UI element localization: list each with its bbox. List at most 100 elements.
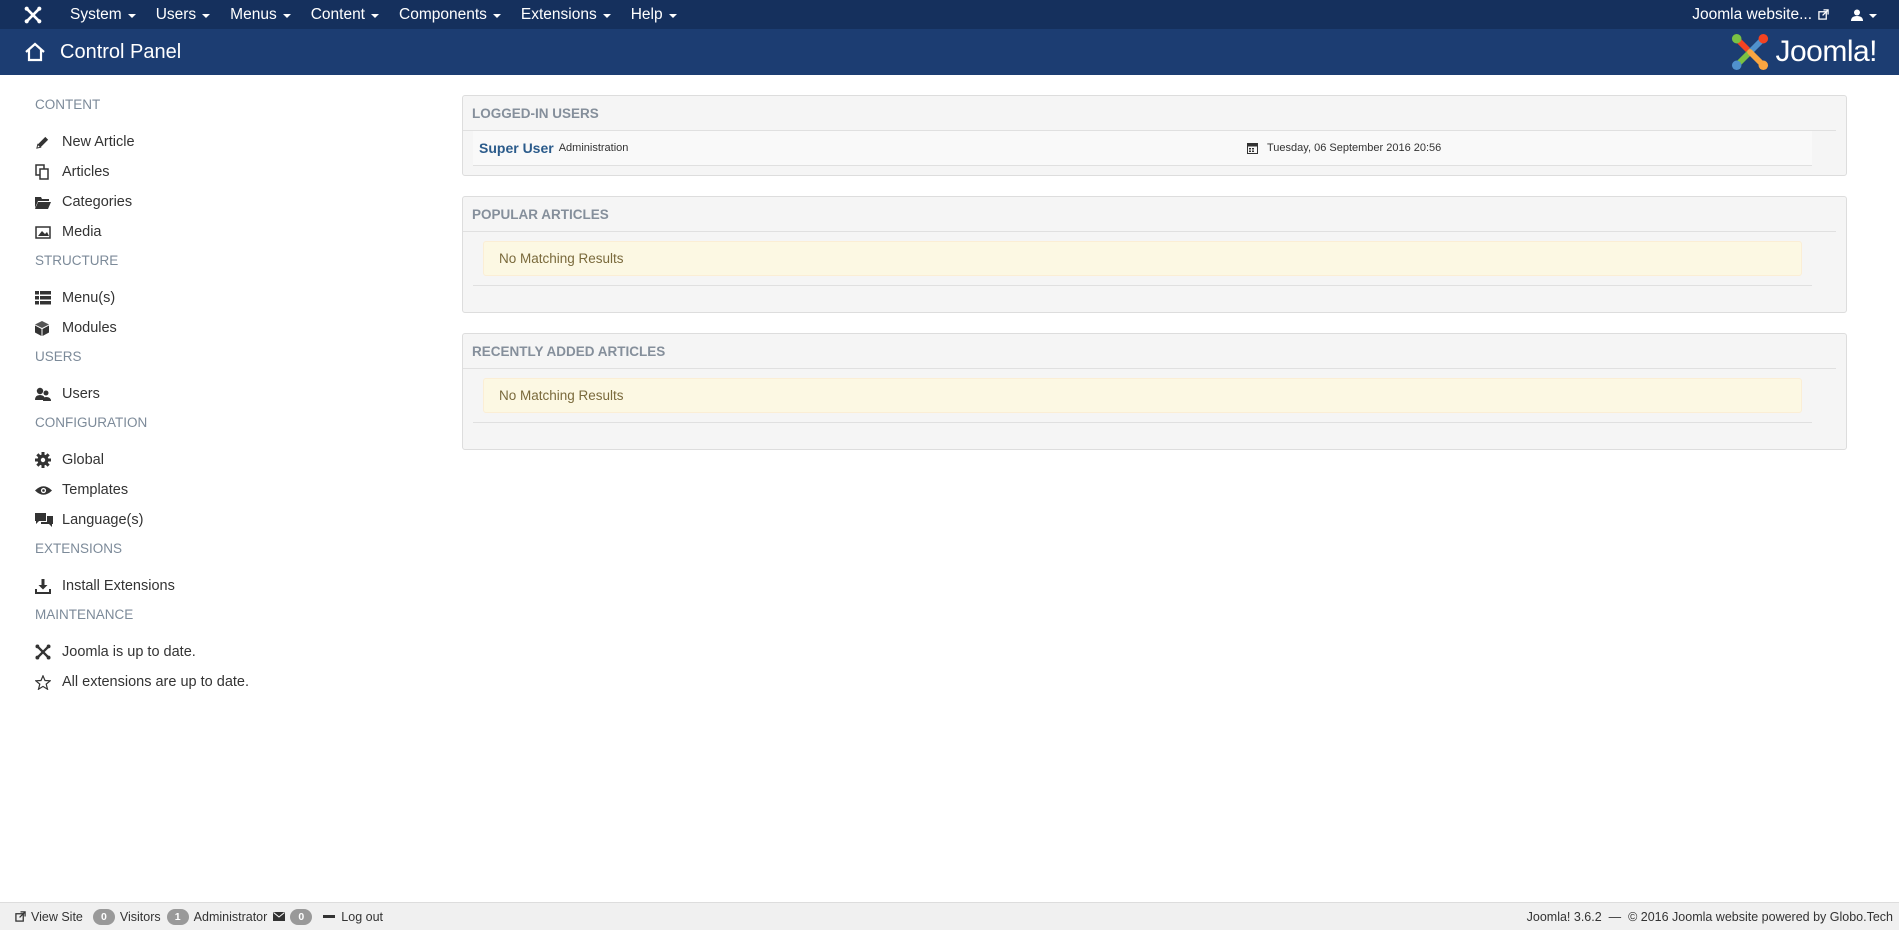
- page-header: Control Panel Joomla!: [0, 29, 1899, 75]
- visitors-badge: 0: [92, 908, 115, 925]
- login-date-text: Tuesday, 06 September 2016 20:56: [1267, 142, 1442, 154]
- logout-label: Log out: [341, 909, 384, 924]
- sidebar-item-label: Categories: [62, 194, 133, 210]
- sidebar-item-label: Users: [62, 386, 100, 402]
- chevron-down-icon: [1869, 13, 1877, 18]
- chevron-down-icon: [202, 13, 211, 18]
- folder-icon: [35, 193, 53, 211]
- image-icon: [35, 223, 53, 241]
- chevron-down-icon: [282, 13, 291, 18]
- chevron-down-icon: [668, 13, 677, 18]
- joomla-logo: Joomla!: [1731, 33, 1877, 71]
- sidebar-item-label: Modules: [62, 320, 117, 336]
- sidebar-item-label: Media: [62, 224, 102, 240]
- menu-content[interactable]: Content: [301, 0, 389, 29]
- module-title: LOGGED-IN USERS: [463, 96, 1836, 131]
- sidebar-item-label: Language(s): [62, 512, 144, 528]
- comments-icon: [35, 511, 53, 529]
- sidebar: CONTENT New Article Articles Categories …: [35, 97, 415, 697]
- joomla-brand-icon[interactable]: [16, 0, 50, 29]
- menu-menus[interactable]: Menus: [220, 0, 301, 29]
- menu-components-label: Components: [399, 5, 487, 23]
- sidebar-item-joomla-update[interactable]: Joomla is up to date.: [35, 637, 415, 667]
- menu-help[interactable]: Help: [621, 0, 687, 29]
- envelope-icon: [273, 912, 286, 921]
- sidebar-item-install-extensions[interactable]: Install Extensions: [35, 571, 415, 601]
- view-site-label: View Site: [31, 909, 83, 924]
- popular-articles-module: POPULAR ARTICLES No Matching Results: [462, 196, 1847, 313]
- sidebar-item-categories[interactable]: Categories: [35, 187, 415, 217]
- sidebar-item-media[interactable]: Media: [35, 217, 415, 247]
- sidebar-heading-content: CONTENT: [35, 97, 101, 112]
- administrator-status[interactable]: 1 Administrator: [166, 908, 268, 925]
- sidebar-item-modules[interactable]: Modules: [35, 313, 415, 343]
- menu-system-label: System: [70, 5, 122, 23]
- view-site-link[interactable]: View Site: [15, 910, 83, 924]
- sidebar-item-users[interactable]: Users: [35, 379, 415, 409]
- external-link-icon: [1818, 9, 1829, 20]
- sidebar-heading-maintenance: MAINTENANCE: [35, 607, 134, 622]
- sidebar-item-label: Templates: [62, 482, 129, 498]
- user-role: Administration: [558, 142, 629, 154]
- eye-icon: [35, 481, 53, 499]
- no-results-alert: No Matching Results: [483, 378, 1802, 413]
- page-title: Control Panel: [60, 40, 182, 63]
- gear-icon: [35, 451, 53, 469]
- copy-icon: [35, 163, 53, 181]
- sidebar-item-templates[interactable]: Templates: [35, 475, 415, 505]
- sidebar-item-label: Global: [62, 452, 104, 468]
- pencil-icon: [35, 133, 53, 151]
- sidebar-item-label: All extensions are up to date.: [62, 674, 250, 690]
- menu-help-label: Help: [630, 5, 663, 23]
- menu-extensions[interactable]: Extensions: [511, 0, 621, 29]
- cube-icon: [35, 319, 53, 337]
- joomla-icon: [35, 643, 53, 661]
- messages-status[interactable]: 0: [273, 908, 317, 925]
- sidebar-heading-users: USERS: [35, 349, 82, 364]
- logged-in-users-module: LOGGED-IN USERS Super User Administratio…: [462, 95, 1847, 176]
- calendar-icon: [1247, 142, 1258, 154]
- menu-extensions-label: Extensions: [520, 5, 597, 23]
- menu-components[interactable]: Components: [389, 0, 511, 29]
- sidebar-item-languages[interactable]: Language(s): [35, 505, 415, 535]
- administrator-label: Administrator: [193, 909, 268, 924]
- sidebar-heading-structure: STRUCTURE: [35, 253, 119, 268]
- login-date: Tuesday, 06 September 2016 20:56: [1247, 142, 1441, 154]
- menu-users-label: Users: [155, 5, 197, 23]
- menu-menus-label: Menus: [230, 5, 277, 23]
- user-name-link[interactable]: Super User: [479, 140, 554, 156]
- module-title: RECENTLY ADDED ARTICLES: [463, 334, 1836, 369]
- sidebar-item-global[interactable]: Global: [35, 445, 415, 475]
- site-link[interactable]: Joomla website...: [1692, 6, 1829, 24]
- sidebar-item-menus[interactable]: Menu(s): [35, 283, 415, 313]
- sidebar-item-label: Joomla is up to date.: [62, 644, 196, 660]
- sidebar-item-label: Install Extensions: [62, 578, 175, 594]
- main-menu: System Users Menus Content Components Ex…: [60, 0, 687, 29]
- visitors-status[interactable]: 0 Visitors: [92, 908, 161, 925]
- chevron-down-icon: [602, 13, 611, 18]
- top-navbar: System Users Menus Content Components Ex…: [0, 0, 1899, 29]
- status-footer: View Site 0 Visitors 1 Administrator 0 L…: [0, 902, 1899, 930]
- logout-link[interactable]: Log out: [323, 910, 383, 924]
- chevron-down-icon: [127, 13, 136, 18]
- home-icon: [24, 41, 46, 63]
- menu-system[interactable]: System: [60, 0, 146, 29]
- messages-badge: 0: [290, 908, 313, 925]
- list-icon: [35, 289, 53, 307]
- sidebar-item-extensions-update[interactable]: All extensions are up to date.: [35, 667, 415, 697]
- sidebar-item-new-article[interactable]: New Article: [35, 127, 415, 157]
- chevron-down-icon: [371, 13, 379, 18]
- menu-users[interactable]: Users: [146, 0, 220, 29]
- download-icon: [35, 577, 53, 595]
- star-icon: [35, 673, 53, 691]
- visitors-label: Visitors: [119, 909, 161, 924]
- sidebar-item-articles[interactable]: Articles: [35, 157, 415, 187]
- recently-added-articles-module: RECENTLY ADDED ARTICLES No Matching Resu…: [462, 333, 1847, 450]
- joomla-logo-icon: [1732, 33, 1769, 71]
- user-icon: [1851, 9, 1863, 21]
- logged-in-user-row: Super User Administration Tuesday, 06 Se…: [473, 131, 1812, 166]
- sidebar-heading-configuration: CONFIGURATION: [35, 415, 148, 430]
- user-menu[interactable]: [1851, 9, 1877, 21]
- external-link-icon: [15, 911, 26, 922]
- menu-content-label: Content: [310, 5, 365, 23]
